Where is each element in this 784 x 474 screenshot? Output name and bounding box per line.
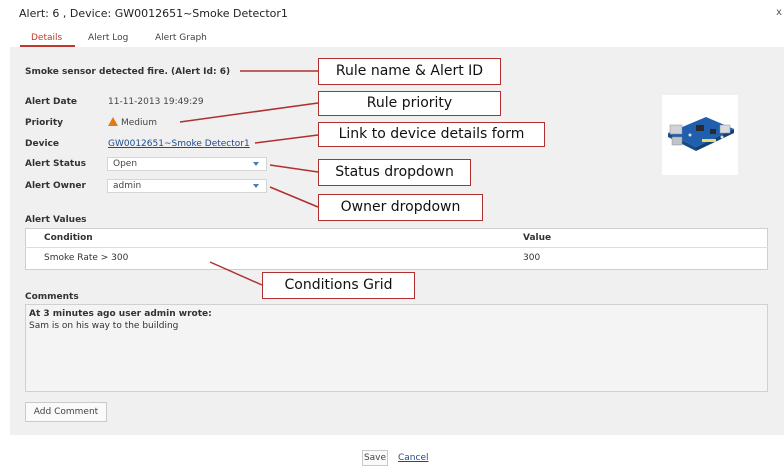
callout-owner-dropdown: Owner dropdown xyxy=(318,194,483,221)
connector-owner xyxy=(269,186,319,208)
callout-status-dropdown: Status dropdown xyxy=(318,159,471,186)
callout-rule-priority: Rule priority xyxy=(318,91,501,116)
connector-grid xyxy=(209,261,263,286)
connector-device-link xyxy=(254,134,319,144)
connector-status xyxy=(269,164,319,173)
callout-device-link: Link to device details form xyxy=(318,122,545,147)
connector-priority xyxy=(179,102,319,123)
callout-conditions-grid: Conditions Grid xyxy=(262,272,415,299)
callout-rule-name: Rule name & Alert ID xyxy=(318,58,501,85)
